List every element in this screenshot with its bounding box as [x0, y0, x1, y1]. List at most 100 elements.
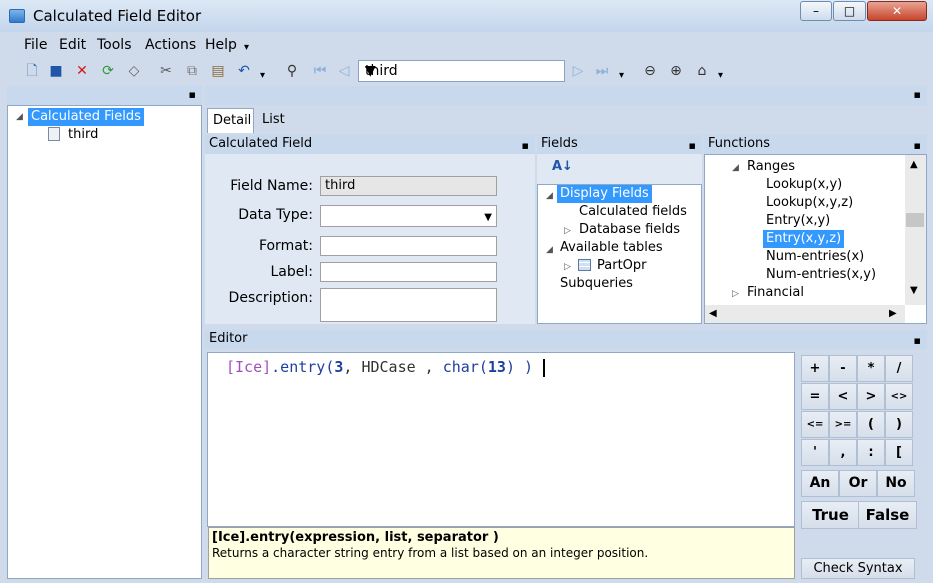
functions-hscrollbar[interactable]: ◀ ▶	[705, 305, 905, 323]
op-false-button[interactable]: False	[858, 501, 917, 529]
menu-file[interactable]: File	[24, 37, 47, 53]
pin-icon[interactable]: ▪	[189, 88, 196, 101]
scroll-down-icon[interactable]: ▼	[910, 285, 918, 296]
op-minus-button[interactable]: -	[829, 355, 857, 382]
toolbar-overflow-icon-2[interactable]: ▾	[619, 70, 624, 81]
collapse-icon[interactable]: ◢	[546, 245, 553, 255]
scroll-left-icon[interactable]: ◀	[709, 308, 717, 319]
tree-partopr[interactable]: PartOpr	[597, 257, 647, 275]
expand-icon[interactable]: ▷	[564, 262, 571, 272]
op-quote-button[interactable]: '	[801, 439, 829, 466]
collapse-icon[interactable]: ◢	[732, 163, 739, 173]
label-label: Label:	[270, 264, 314, 280]
function-item-selected[interactable]: Entry(x,y,z)	[763, 230, 845, 248]
delete-icon[interactable]: ✕	[72, 61, 92, 81]
scroll-thumb[interactable]	[906, 213, 924, 227]
function-item[interactable]: Lookup(x,y,z)	[766, 194, 853, 212]
maximize-button[interactable]: □	[833, 1, 866, 21]
op-greater-button[interactable]: >	[857, 383, 885, 410]
menu-overflow-icon[interactable]: ▾	[244, 42, 249, 53]
collapse-icon[interactable]: ◢	[16, 112, 23, 122]
op-less-equal-button[interactable]: <=	[801, 411, 829, 438]
description-input[interactable]	[320, 288, 497, 322]
tree-financial[interactable]: Financial	[747, 284, 804, 302]
tab-detail[interactable]: Detail	[207, 108, 254, 133]
op-equals-button[interactable]: =	[801, 383, 829, 410]
refresh-icon[interactable]: ⟳	[98, 61, 118, 81]
op-not-equal-button[interactable]: <>	[885, 383, 913, 410]
pin-icon[interactable]: ▪	[522, 137, 529, 155]
find-icon[interactable]: ⚲	[282, 61, 302, 81]
expand-icon[interactable]: ▷	[564, 226, 571, 236]
tree-display-fields[interactable]: Display Fields	[557, 185, 652, 203]
field-name-input[interactable]: third	[320, 176, 497, 196]
chevron-down-icon[interactable]: ▼	[365, 63, 560, 79]
function-item[interactable]: Entry(x,y)	[766, 212, 830, 230]
tree-calculated-fields[interactable]: Calculated fields	[579, 203, 687, 221]
pin-icon[interactable]: ▪	[914, 88, 921, 101]
tree-database-fields[interactable]: Database fields	[579, 221, 680, 239]
collapse-icon[interactable]: ◢	[546, 191, 553, 201]
op-and-button[interactable]: An	[801, 470, 839, 497]
eraser-icon[interactable]: ◇	[124, 61, 144, 81]
op-open-paren-button[interactable]: (	[857, 411, 885, 438]
op-plus-button[interactable]: +	[801, 355, 829, 382]
close-button[interactable]: ✕	[867, 1, 927, 21]
toolbar-overflow-icon-3[interactable]: ▾	[718, 70, 723, 81]
function-item[interactable]: Num-entries(x)	[766, 248, 864, 266]
menu-tools[interactable]: Tools	[97, 37, 132, 53]
op-not-button[interactable]: No	[877, 470, 915, 497]
check-syntax-button[interactable]: Check Syntax	[801, 558, 915, 579]
tree-root-calculated-fields[interactable]: Calculated Fields	[28, 108, 144, 126]
op-greater-equal-button[interactable]: >=	[829, 411, 857, 438]
op-true-button[interactable]: True	[801, 501, 860, 529]
copy-icon[interactable]: ⧉	[182, 61, 202, 81]
op-bracket-button[interactable]: [	[885, 439, 913, 466]
tree-subqueries[interactable]: Subqueries	[560, 275, 633, 293]
scroll-right-icon[interactable]: ▶	[889, 308, 897, 319]
op-divide-button[interactable]: /	[885, 355, 913, 382]
sort-az-icon[interactable]: A↓	[552, 159, 573, 174]
paste-icon[interactable]: ▤	[208, 61, 228, 81]
op-or-button[interactable]: Or	[839, 470, 877, 497]
expand-icon[interactable]: ▷	[732, 289, 739, 299]
op-comma-button[interactable]: ,	[829, 439, 857, 466]
op-multiply-button[interactable]: *	[857, 355, 885, 382]
record-nav-combo[interactable]: third ▼	[358, 60, 565, 82]
toolbar-overflow-icon[interactable]: ▾	[260, 70, 265, 81]
tree-item-third[interactable]: third	[68, 126, 98, 144]
forward-icon[interactable]: ⊕	[666, 61, 686, 81]
pin-icon[interactable]: ▪	[914, 137, 921, 155]
scroll-up-icon[interactable]: ▲	[910, 159, 918, 170]
function-item[interactable]: Num-entries(x,y)	[766, 266, 876, 284]
tree-ranges[interactable]: Ranges	[747, 158, 795, 176]
label-input[interactable]	[320, 262, 497, 282]
format-input[interactable]	[320, 236, 497, 256]
data-type-select[interactable]: ▼	[320, 205, 497, 227]
left-panel-header: ▪	[7, 86, 202, 105]
pin-icon[interactable]: ▪	[914, 332, 921, 350]
prev-record-icon[interactable]: ◁	[334, 61, 354, 81]
undo-icon[interactable]: ↶	[234, 61, 254, 81]
save-icon[interactable]: ■	[46, 61, 66, 81]
tree-available-tables[interactable]: Available tables	[560, 239, 663, 257]
minimize-button[interactable]: –	[800, 1, 832, 21]
pin-icon[interactable]: ▪	[689, 137, 696, 155]
op-less-button[interactable]: <	[829, 383, 857, 410]
function-item[interactable]: Lookup(x,y)	[766, 176, 842, 194]
functions-vscrollbar[interactable]: ▲ ▼	[905, 155, 926, 305]
op-colon-button[interactable]: :	[857, 439, 885, 466]
next-record-icon[interactable]: ▷	[568, 61, 588, 81]
last-record-icon[interactable]: ⏭	[592, 61, 612, 81]
expression-editor[interactable]: [Ice].entry(3, HDCase , char(13) )	[207, 352, 795, 527]
tab-list[interactable]: List	[262, 112, 285, 127]
cut-icon[interactable]: ✂	[156, 61, 176, 81]
back-icon[interactable]: ⊖	[640, 61, 660, 81]
op-close-paren-button[interactable]: )	[885, 411, 913, 438]
new-icon[interactable]: 🗋	[22, 61, 42, 81]
menu-edit[interactable]: Edit	[59, 37, 86, 53]
menu-help[interactable]: Help	[205, 37, 237, 53]
first-record-icon[interactable]: ⏮	[310, 61, 330, 81]
home-icon[interactable]: ⌂	[692, 61, 712, 81]
menu-actions[interactable]: Actions	[145, 37, 196, 53]
